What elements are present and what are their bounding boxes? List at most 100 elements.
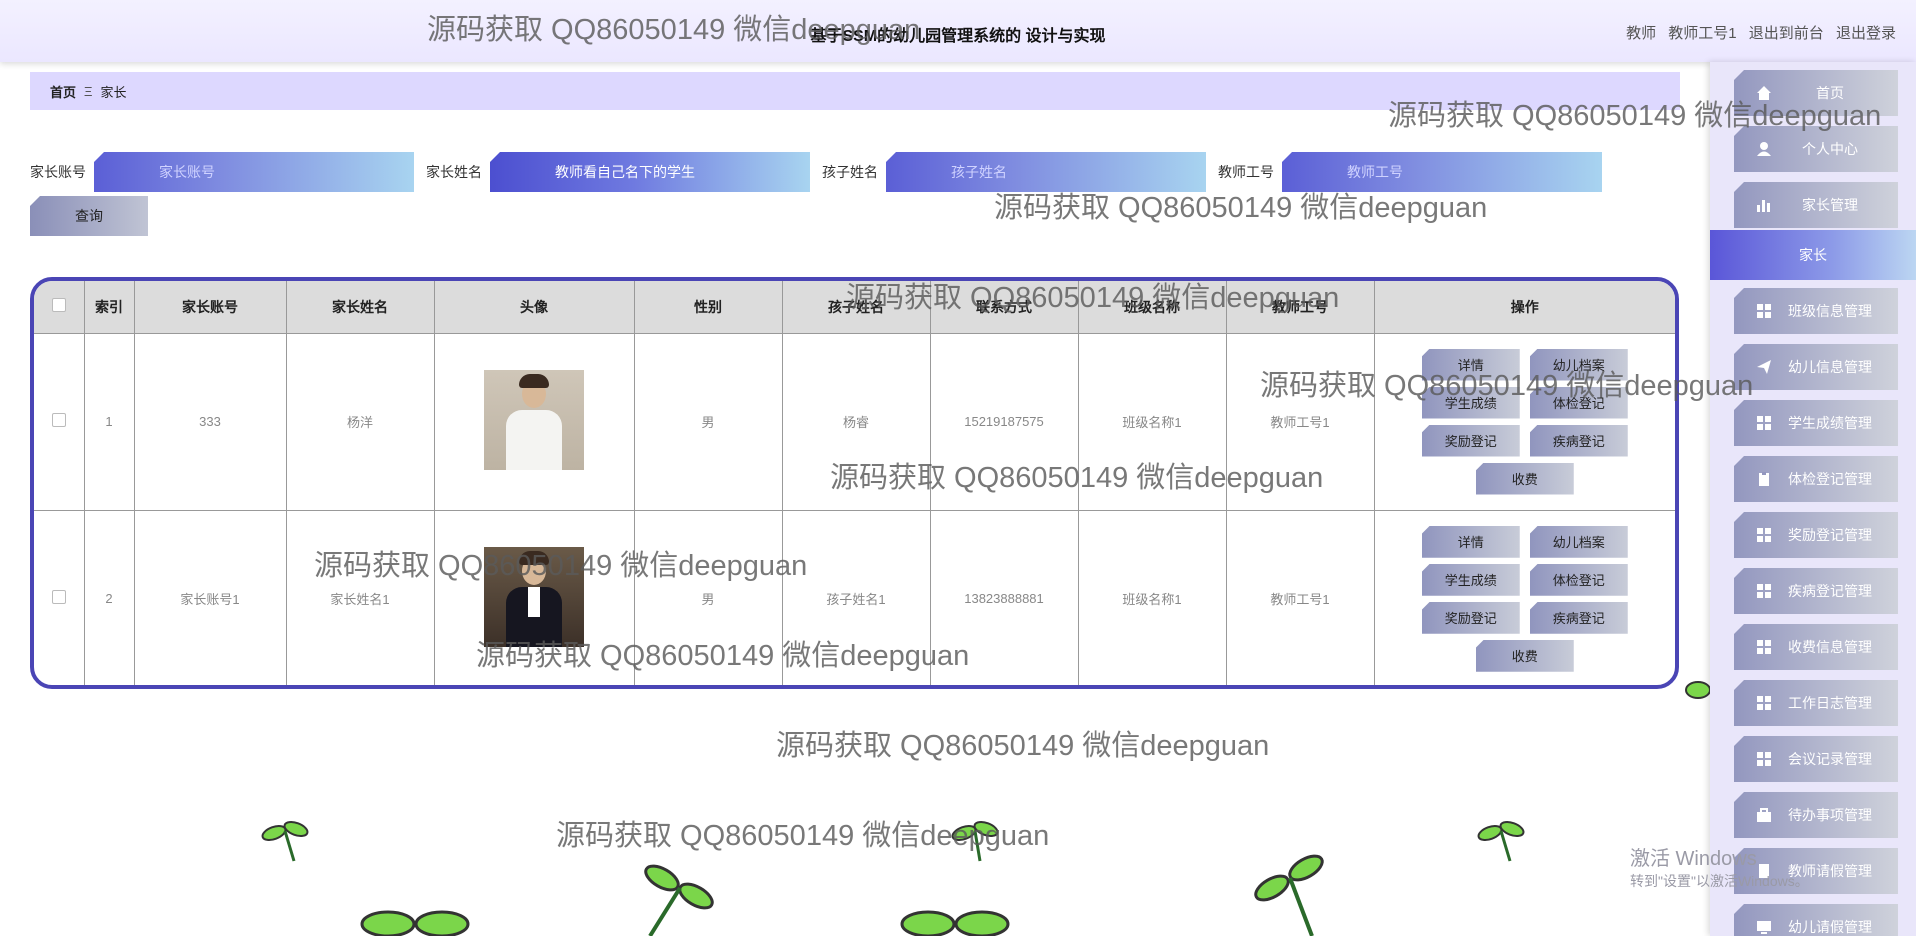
parent-name-input[interactable] <box>490 152 810 192</box>
sidebar-item-label: 班级信息管理 <box>1788 303 1872 319</box>
table-header-row: 索引 家长账号 家长姓名 头像 性别 孩子姓名 联系方式 班级名称 教师工号 操… <box>34 281 1675 334</box>
sidebar-item-label: 学生成绩管理 <box>1788 415 1872 431</box>
sidebar-item-fee[interactable]: 收费信息管理 <box>1734 624 1898 670</box>
sidebar-item-student-score[interactable]: 学生成绩管理 <box>1734 400 1898 446</box>
parents-table: 索引 家长账号 家长姓名 头像 性别 孩子姓名 联系方式 班级名称 教师工号 操… <box>30 277 1679 689</box>
parent-account-input[interactable] <box>94 152 414 192</box>
detail-button[interactable]: 详情 <box>1421 525 1520 558</box>
sidebar-item-parent-management[interactable]: 家长管理 <box>1734 182 1898 228</box>
windows-activation-notice: 激活 Windows 转到"设置"以激活Windows。 <box>1630 842 1809 891</box>
col-actions: 操作 <box>1374 281 1675 334</box>
sidebar-item-child-info[interactable]: 幼儿信息管理 <box>1734 344 1898 390</box>
cell-avatar <box>434 510 635 685</box>
sidebar-item-work-log[interactable]: 工作日志管理 <box>1734 680 1898 726</box>
sidebar-item-label: 幼儿信息管理 <box>1788 359 1872 375</box>
user-role: 教师 <box>1626 25 1657 42</box>
sidebar-item-label: 待办事项管理 <box>1788 807 1872 823</box>
sidebar-item-label: 工作日志管理 <box>1788 695 1872 711</box>
watermark-text: 源码获取 QQ86050149 微信deepguan <box>776 730 1270 762</box>
sidebar-item-profile[interactable]: 个人中心 <box>1734 126 1898 172</box>
sidebar-item-reward[interactable]: 奖励登记管理 <box>1734 512 1898 558</box>
physical-exam-button[interactable]: 体检登记 <box>1529 563 1628 596</box>
top-header: 基于SSM的幼儿园管理系统的 设计与实现 教师 教师工号1 退出到前台 退出登录 <box>0 0 1916 62</box>
sidebar-item-label: 个人中心 <box>1802 141 1858 157</box>
col-phone: 联系方式 <box>930 281 1079 334</box>
col-parent-account: 家长账号 <box>134 281 287 334</box>
clipboard-icon <box>1756 471 1772 487</box>
select-all-header <box>34 281 85 334</box>
cell-gender: 男 <box>634 333 783 511</box>
exit-to-front-link[interactable]: 退出到前台 <box>1749 25 1824 42</box>
sidebar-item-meeting[interactable]: 会议记录管理 <box>1734 736 1898 782</box>
logout-link[interactable]: 退出登录 <box>1836 25 1896 42</box>
send-icon <box>1756 359 1772 375</box>
avatar-image <box>484 370 584 470</box>
sidebar-item-class-info[interactable]: 班级信息管理 <box>1734 288 1898 334</box>
breadcrumb-home[interactable]: 首页 <box>50 82 76 101</box>
query-button[interactable]: 查询 <box>30 196 148 236</box>
child-archive-button[interactable]: 幼儿档案 <box>1529 348 1628 381</box>
col-index: 索引 <box>84 281 135 334</box>
breadcrumb-current: 家长 <box>100 84 127 100</box>
propeller-icon <box>1254 854 1324 936</box>
row-checkbox[interactable] <box>51 590 66 605</box>
reward-button[interactable]: 奖励登记 <box>1421 601 1520 634</box>
search-field-child-name: 孩子姓名 <box>822 152 1206 192</box>
sidebar-item-home[interactable]: 首页 <box>1734 70 1898 116</box>
cell-child-name: 杨睿 <box>782 333 931 511</box>
windows-activation-title: 激活 Windows <box>1630 848 1757 870</box>
user-icon <box>1756 141 1772 157</box>
reward-button[interactable]: 奖励登记 <box>1421 424 1520 457</box>
student-score-button[interactable]: 学生成绩 <box>1421 563 1520 596</box>
cell-index: 1 <box>84 333 135 511</box>
briefcase-icon <box>1756 807 1772 823</box>
sidebar-item-illness[interactable]: 疾病登记管理 <box>1734 568 1898 614</box>
sidebar-item-todo[interactable]: 待办事项管理 <box>1734 792 1898 838</box>
fee-button[interactable]: 收费 <box>1475 639 1574 672</box>
avatar-image <box>484 547 584 648</box>
sidebar-item-label: 幼儿请假管理 <box>1788 919 1872 935</box>
sidebar-item-label: 会议记录管理 <box>1788 751 1872 767</box>
search-field-parent-name: 家长姓名 <box>426 152 810 192</box>
illness-button[interactable]: 疾病登记 <box>1529 424 1628 457</box>
propeller-icon <box>261 821 309 862</box>
select-all-checkbox[interactable] <box>51 298 66 313</box>
propeller-icon <box>1477 821 1525 862</box>
grid-icon <box>1756 583 1772 599</box>
home-icon <box>1756 85 1772 101</box>
search-form: 家长账号 家长姓名 孩子姓名 教师工号 查询 <box>30 152 1680 236</box>
sidebar-item-physical-exam[interactable]: 体检登记管理 <box>1734 456 1898 502</box>
cell-parent-account: 333 <box>134 333 287 511</box>
illness-button[interactable]: 疾病登记 <box>1529 601 1628 634</box>
physical-exam-button[interactable]: 体检登记 <box>1529 386 1628 419</box>
grid-icon <box>1756 695 1772 711</box>
sidebar-item-label: 家长管理 <box>1802 197 1858 213</box>
cell-gender: 男 <box>634 510 783 685</box>
propeller-icon <box>644 864 714 936</box>
child-archive-button[interactable]: 幼儿档案 <box>1529 525 1628 558</box>
teacher-id-input[interactable] <box>1282 152 1602 192</box>
sidebar-item-label: 收费信息管理 <box>1788 639 1872 655</box>
cell-child-name: 孩子姓名1 <box>782 510 931 685</box>
cell-index: 2 <box>84 510 135 685</box>
row-checkbox[interactable] <box>51 413 66 427</box>
cell-phone: 13823888881 <box>930 510 1079 685</box>
detail-button[interactable]: 详情 <box>1421 348 1520 381</box>
teacher-id-label: 教师工号 <box>1218 164 1274 180</box>
child-name-input[interactable] <box>886 152 1206 192</box>
cell-class-name: 班级名称1 <box>1078 333 1227 511</box>
monitor-icon <box>1756 919 1772 935</box>
sidebar-item-parent-active[interactable]: 家长 <box>1710 230 1916 280</box>
action-buttons: 详情 幼儿档案 学生成绩 体检登记 奖励登记 疾病登记 收费 <box>1415 348 1635 495</box>
propeller-icon <box>951 821 999 862</box>
parent-account-label: 家长账号 <box>30 164 86 180</box>
sidebar-item-child-leave[interactable]: 幼儿请假管理 <box>1734 904 1898 936</box>
sidebar-item-label: 疾病登记管理 <box>1788 583 1872 599</box>
cell-phone: 15219187575 <box>930 333 1079 511</box>
col-gender: 性别 <box>634 281 783 334</box>
user-area: 教师 教师工号1 退出到前台 退出登录 <box>1618 22 1896 43</box>
fee-button[interactable]: 收费 <box>1475 462 1574 495</box>
student-score-button[interactable]: 学生成绩 <box>1421 386 1520 419</box>
cell-teacher-id: 教师工号1 <box>1226 510 1375 685</box>
search-field-parent-account: 家长账号 <box>30 152 414 192</box>
